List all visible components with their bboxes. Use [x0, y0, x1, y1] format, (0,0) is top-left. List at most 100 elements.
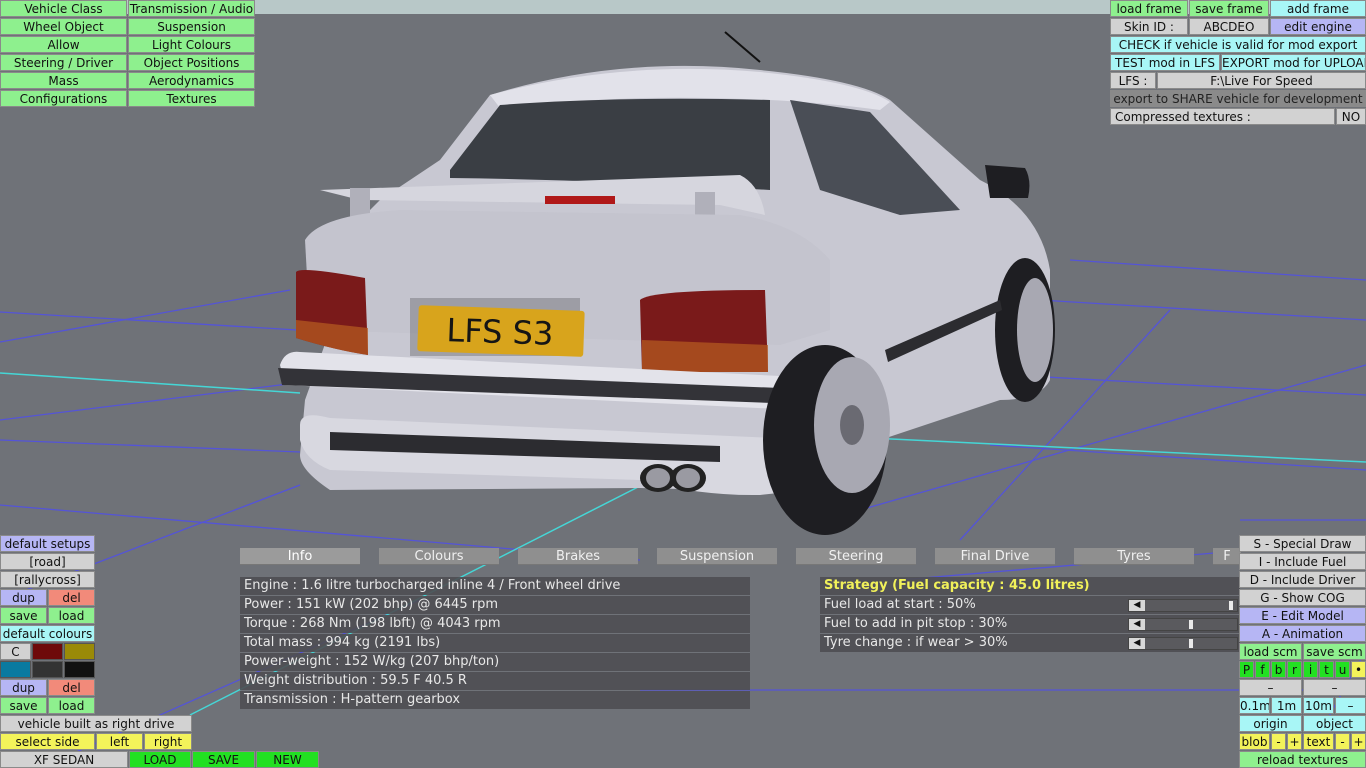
- load-scm-button[interactable]: load scm: [1239, 643, 1302, 660]
- strategy-row-label: Fuel to add in pit stop : 30%: [824, 616, 1008, 631]
- text-plus-button[interactable]: +: [1351, 733, 1366, 750]
- menu-item[interactable]: Transmission / Audio: [128, 0, 255, 17]
- setup-road-item[interactable]: [road]: [0, 553, 95, 570]
- origin-button[interactable]: origin: [1239, 715, 1302, 732]
- colour-swatch[interactable]: [64, 643, 95, 660]
- slider-left-arrow-icon[interactable]: ◀: [1129, 619, 1145, 630]
- colour-save-button[interactable]: save: [0, 697, 47, 714]
- tab[interactable]: Brakes: [518, 548, 638, 565]
- new-button[interactable]: NEW: [256, 751, 319, 768]
- blob-minus-button[interactable]: -: [1271, 733, 1286, 750]
- dash-button-1[interactable]: –: [1239, 679, 1302, 696]
- skin-id-label: Skin ID :: [1110, 18, 1188, 35]
- menu-item[interactable]: Wheel Object: [0, 18, 127, 35]
- edit-engine-button[interactable]: edit engine: [1270, 18, 1366, 35]
- blob-plus-button[interactable]: +: [1287, 733, 1302, 750]
- menu-item[interactable]: Configurations: [0, 90, 127, 107]
- info-line: Power-weight : 152 W/kg (207 bhp/ton): [240, 653, 750, 671]
- object-filter-toggle[interactable]: b: [1271, 661, 1286, 678]
- test-mod-button[interactable]: TEST mod in LFS: [1110, 54, 1220, 71]
- check-valid-button[interactable]: CHECK if vehicle is valid for mod export: [1110, 36, 1366, 53]
- add-frame-button[interactable]: add frame: [1270, 0, 1366, 17]
- right-side-button[interactable]: right: [144, 733, 192, 750]
- lfs-path-field[interactable]: F:\Live For Speed: [1157, 72, 1366, 89]
- reload-textures-button[interactable]: reload textures: [1239, 751, 1366, 768]
- colour-load-button[interactable]: load: [48, 697, 95, 714]
- info-line: Weight distribution : 59.5 F 40.5 R: [240, 672, 750, 690]
- strategy-slider[interactable]: ◀: [1128, 637, 1238, 650]
- menu-item[interactable]: Aerodynamics: [128, 72, 255, 89]
- info-line: Transmission : H-pattern gearbox: [240, 691, 750, 709]
- tab[interactable]: Tyres: [1074, 548, 1194, 565]
- step-0-1m-button[interactable]: 0.1m: [1239, 697, 1270, 714]
- menu-item[interactable]: Light Colours: [128, 36, 255, 53]
- menu-item[interactable]: Allow: [0, 36, 127, 53]
- tab[interactable]: Steering: [796, 548, 916, 565]
- load-button[interactable]: LOAD: [129, 751, 191, 768]
- slider-left-arrow-icon[interactable]: ◀: [1129, 600, 1145, 611]
- default-setups-label: default setups: [0, 535, 95, 552]
- compressed-textures-toggle[interactable]: NO: [1336, 108, 1366, 125]
- tab[interactable]: Final Drive: [935, 548, 1055, 565]
- object-filter-toggle[interactable]: i: [1303, 661, 1318, 678]
- save-button[interactable]: SAVE: [192, 751, 255, 768]
- tab[interactable]: Suspension: [657, 548, 777, 565]
- menu-item[interactable]: Vehicle Class: [0, 0, 127, 17]
- animation-button[interactable]: A - Animation: [1239, 625, 1366, 642]
- menu-item[interactable]: Steering / Driver: [0, 54, 127, 71]
- colour-swatch[interactable]: [64, 661, 95, 678]
- vehicle-name-field[interactable]: XF SEDAN: [0, 751, 128, 768]
- colour-c-swatch[interactable]: C: [0, 643, 31, 660]
- strategy-slider[interactable]: ◀: [1128, 618, 1238, 631]
- slider-left-arrow-icon[interactable]: ◀: [1129, 638, 1145, 649]
- strategy-slider[interactable]: ◀: [1128, 599, 1238, 612]
- menu-item[interactable]: Mass: [0, 72, 127, 89]
- edit-model-button[interactable]: E - Edit Model: [1239, 607, 1366, 624]
- object-filter-toggle[interactable]: •: [1351, 661, 1366, 678]
- setup-load-button[interactable]: load: [48, 607, 95, 624]
- colour-dup-button[interactable]: dup: [0, 679, 47, 696]
- include-fuel-toggle[interactable]: I - Include Fuel: [1239, 553, 1366, 570]
- colour-del-button[interactable]: del: [48, 679, 95, 696]
- special-draw-toggle[interactable]: S - Special Draw: [1239, 535, 1366, 552]
- object-filter-toggle[interactable]: P: [1239, 661, 1254, 678]
- load-frame-button[interactable]: load frame: [1110, 0, 1188, 17]
- setup-dup-button[interactable]: dup: [0, 589, 47, 606]
- object-filter-toggle[interactable]: u: [1335, 661, 1350, 678]
- left-side-button[interactable]: left: [96, 733, 143, 750]
- setup-rallycross-item[interactable]: [rallycross]: [0, 571, 95, 588]
- slider-knob[interactable]: [1189, 639, 1193, 648]
- object-filter-toggle[interactable]: t: [1319, 661, 1334, 678]
- export-share-button[interactable]: export to SHARE vehicle for development: [1110, 90, 1366, 107]
- colour-swatch[interactable]: [0, 661, 31, 678]
- tab[interactable]: F: [1213, 548, 1241, 565]
- include-driver-toggle[interactable]: D - Include Driver: [1239, 571, 1366, 588]
- save-frame-button[interactable]: save frame: [1189, 0, 1269, 17]
- skin-id-field[interactable]: ABCDEO: [1189, 18, 1269, 35]
- save-scm-button[interactable]: save scm: [1303, 643, 1366, 660]
- setup-save-button[interactable]: save: [0, 607, 47, 624]
- setup-del-button[interactable]: del: [48, 589, 95, 606]
- tab[interactable]: Colours: [379, 548, 499, 565]
- menu-item[interactable]: Suspension: [128, 18, 255, 35]
- object-filter-toggle[interactable]: f: [1255, 661, 1270, 678]
- text-minus-button[interactable]: -: [1335, 733, 1350, 750]
- slider-knob[interactable]: [1189, 620, 1193, 629]
- export-mod-button[interactable]: EXPORT mod for UPLOAD: [1221, 54, 1366, 71]
- tab[interactable]: Info: [240, 548, 360, 565]
- slider-knob[interactable]: [1229, 601, 1234, 610]
- menu-item[interactable]: Textures: [128, 90, 255, 107]
- colour-swatch[interactable]: [32, 643, 63, 660]
- object-filter-toggle[interactable]: r: [1287, 661, 1302, 678]
- dash-button-2[interactable]: –: [1303, 679, 1366, 696]
- colour-swatch[interactable]: [32, 661, 63, 678]
- step-10m-button[interactable]: 10m: [1303, 697, 1334, 714]
- show-cog-toggle[interactable]: G - Show COG: [1239, 589, 1366, 606]
- license-plate: LFS S3: [446, 311, 554, 353]
- menu-item[interactable]: Object Positions: [128, 54, 255, 71]
- step-1m-button[interactable]: 1m: [1271, 697, 1302, 714]
- strategy-title: Strategy (Fuel capacity : 45.0 litres): [820, 577, 1240, 595]
- object-button[interactable]: object: [1303, 715, 1366, 732]
- step-minus-button[interactable]: –: [1335, 697, 1366, 714]
- select-side-label: select side: [0, 733, 95, 750]
